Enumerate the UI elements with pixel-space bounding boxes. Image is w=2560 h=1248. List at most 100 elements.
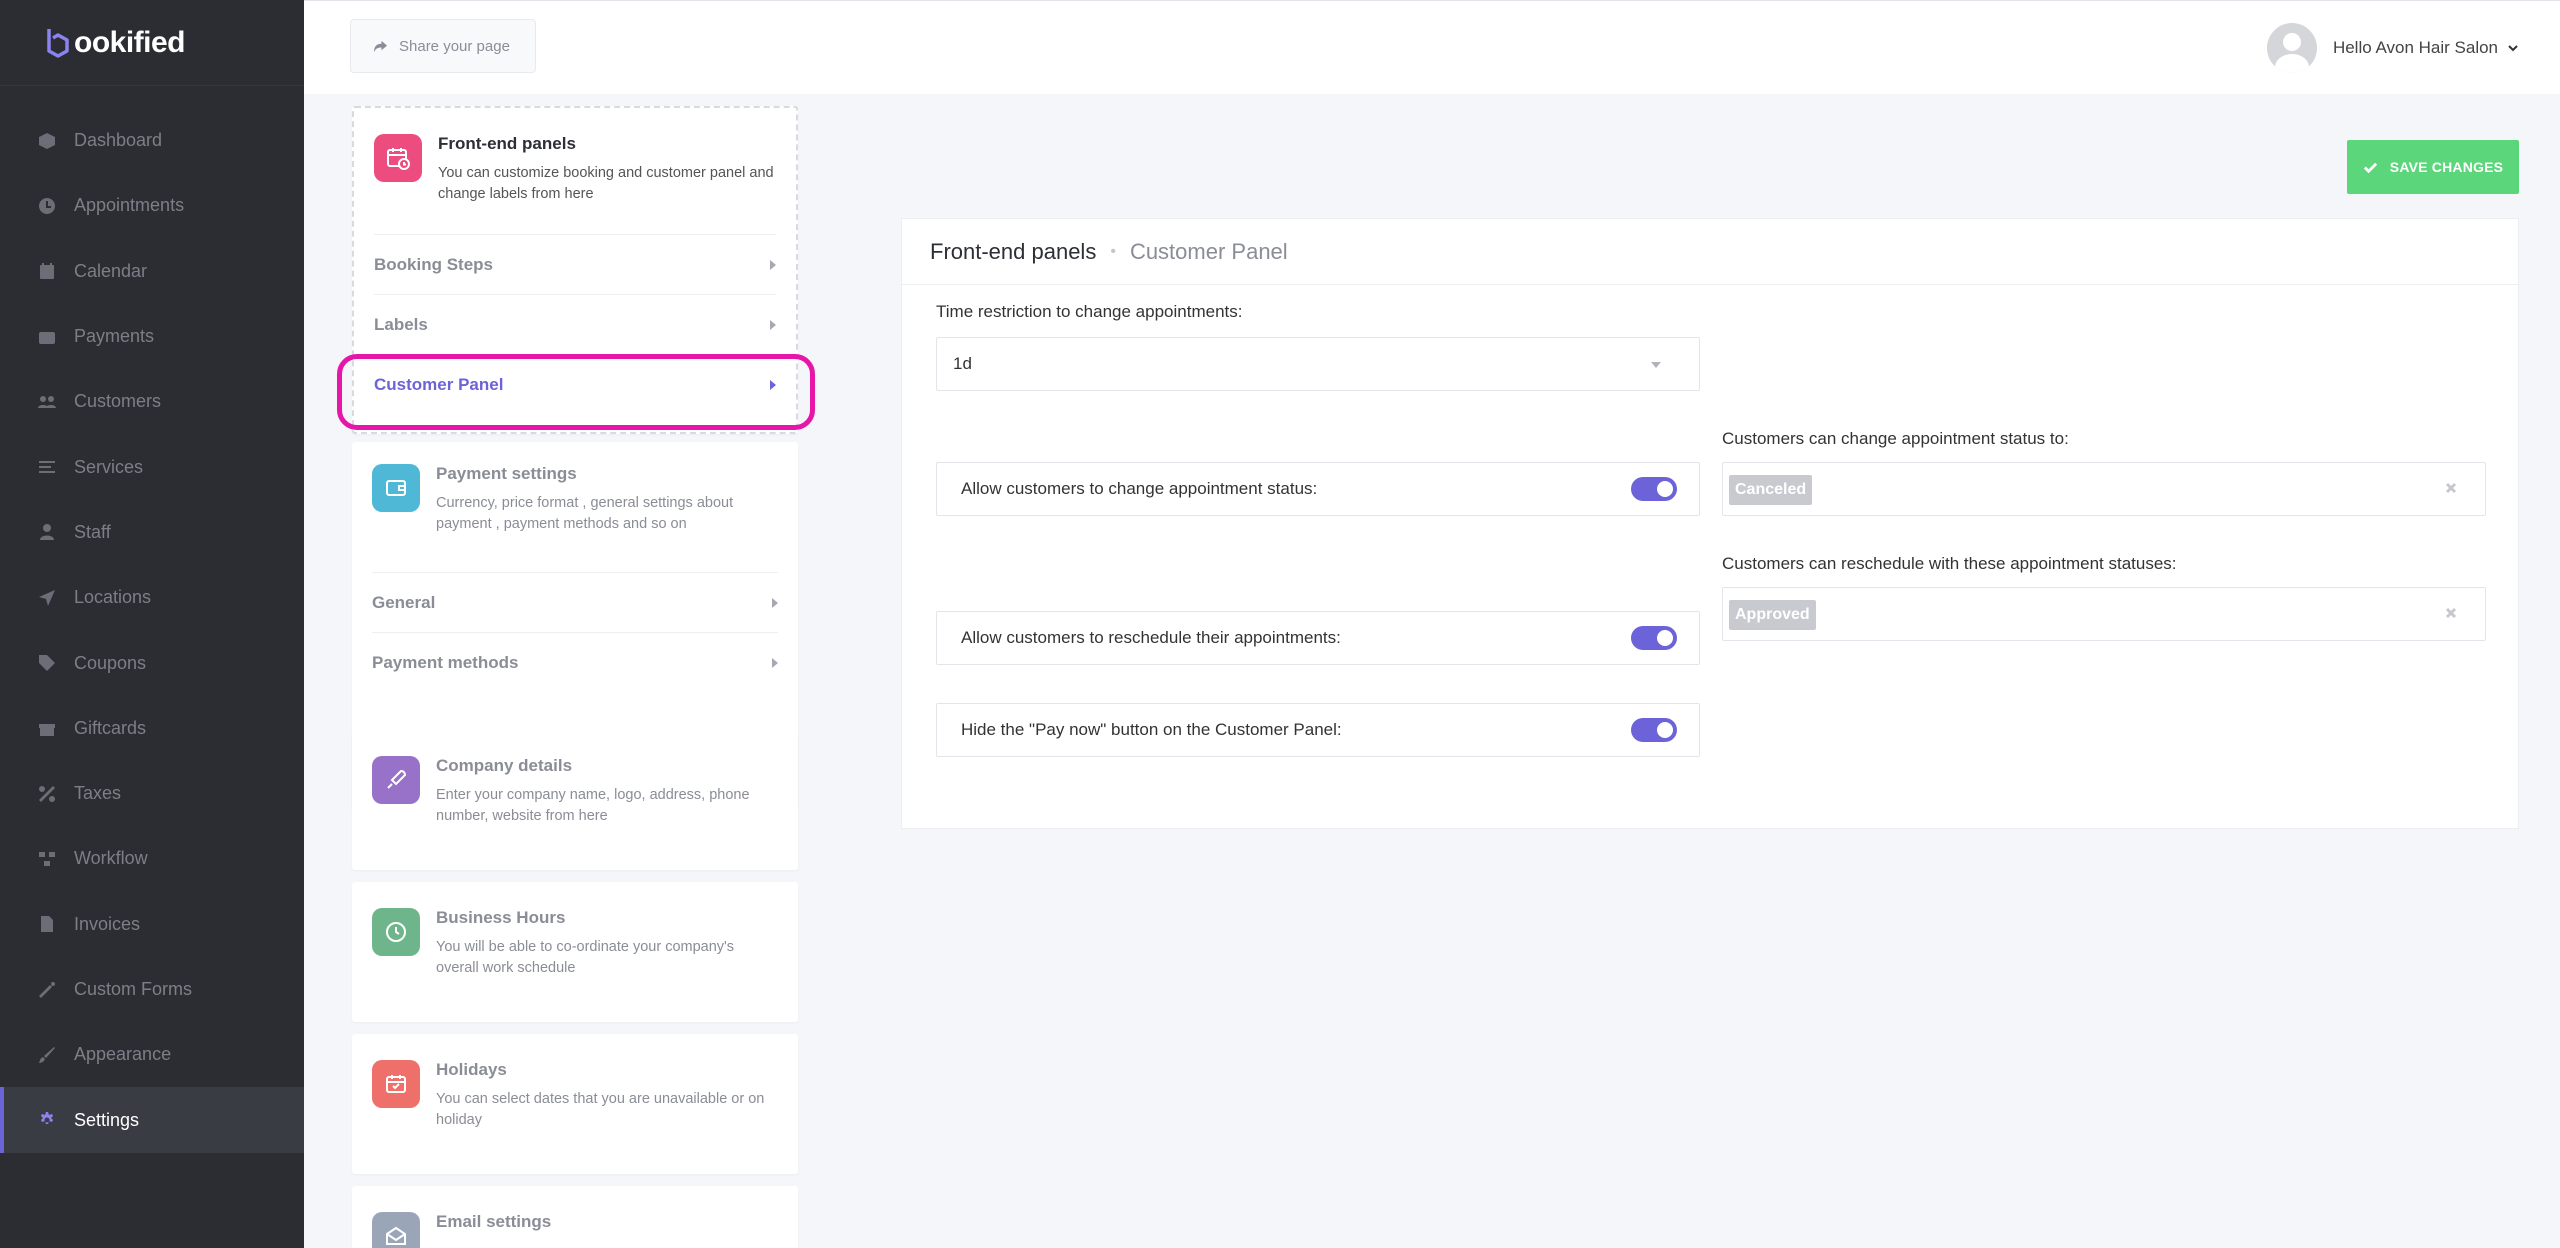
menu-item-label: Customer Panel bbox=[374, 374, 504, 394]
sidebar-item-label: Coupons bbox=[74, 652, 147, 673]
sidebar-item-dashboard[interactable]: Dashboard bbox=[0, 108, 304, 173]
sidebar-item-payments[interactable]: Payments bbox=[0, 304, 304, 369]
brush-icon bbox=[38, 1046, 56, 1064]
clear-icon[interactable] bbox=[2445, 606, 2457, 619]
business-hours-desc: You will be able to co-ordinate your com… bbox=[436, 939, 735, 976]
sidebar-item-calendar[interactable]: Calendar bbox=[0, 239, 304, 304]
menu-item-label: Booking Steps bbox=[374, 254, 494, 274]
sidebar-item-label: Customers bbox=[74, 391, 162, 412]
allow-reschedule-row: Allow customers to reschedule their appo… bbox=[936, 611, 1700, 665]
sidebar-item-locations[interactable]: Locations bbox=[0, 565, 304, 630]
time-restriction-value: 1d bbox=[953, 354, 972, 373]
sidebar-item-label: Dashboard bbox=[74, 130, 163, 151]
sidebar-nav: Dashboard Appointments Calendar Payments… bbox=[0, 108, 304, 1153]
booking-logo-icon bbox=[44, 26, 72, 60]
sidebar-item-taxes[interactable]: Taxes bbox=[0, 761, 304, 826]
customer-panel-settings: Front-end panels • Customer Panel Time r… bbox=[901, 218, 2519, 829]
menu-item-general[interactable]: General bbox=[372, 572, 778, 632]
percent-icon bbox=[38, 785, 56, 803]
sidebar-item-label: Calendar bbox=[74, 260, 148, 281]
status-tag-canceled[interactable]: Canceled bbox=[1729, 475, 1813, 505]
calendar-icon bbox=[38, 262, 56, 280]
sidebar-item-label: Invoices bbox=[74, 913, 141, 934]
sidebar-item-workflow[interactable]: Workflow bbox=[0, 826, 304, 891]
menu-item-payment-methods[interactable]: Payment methods bbox=[372, 632, 778, 692]
menu-item-labels[interactable]: Labels bbox=[374, 294, 776, 354]
allow-reschedule-label: Allow customers to reschedule their appo… bbox=[961, 628, 1341, 647]
business-hours-card[interactable]: Business Hours You will be able to co-or… bbox=[352, 882, 798, 1022]
caret-right-icon bbox=[770, 319, 776, 330]
email-settings-card[interactable]: Email settings bbox=[352, 1186, 798, 1248]
sidebar-item-giftcards[interactable]: Giftcards bbox=[0, 696, 304, 761]
allow-status-toggle[interactable] bbox=[1631, 477, 1677, 501]
share-icon bbox=[373, 40, 388, 52]
user-menu[interactable]: Hello Avon Hair Salon bbox=[2266, 23, 2518, 73]
breadcrumb: Front-end panels • Customer Panel bbox=[902, 219, 2518, 285]
breadcrumb-current: Customer Panel bbox=[1129, 238, 1288, 264]
payment-settings-header[interactable]: Payment settings Currency, price format … bbox=[352, 442, 798, 572]
payment-settings-desc: Currency, price format , general setting… bbox=[436, 495, 734, 532]
sidebar-item-customers[interactable]: Customers bbox=[0, 369, 304, 434]
sidebar-item-label: Workflow bbox=[74, 848, 148, 869]
menu-item-label: Payment methods bbox=[372, 652, 519, 672]
frontend-panels-title: Front-end panels bbox=[438, 134, 576, 153]
sidebar-item-staff[interactable]: Staff bbox=[0, 500, 304, 565]
share-page-button[interactable]: Share your page bbox=[350, 19, 536, 73]
frontend-panels-header[interactable]: Front-end panels You can customize booki… bbox=[354, 108, 796, 234]
status-tag-approved[interactable]: Approved bbox=[1729, 600, 1816, 630]
reschedule-statuses-label: Customers can reschedule with these appo… bbox=[1722, 554, 2177, 573]
sidebar-item-label: Custom Forms bbox=[74, 979, 193, 999]
caret-right-icon bbox=[772, 597, 778, 608]
sidebar-item-services[interactable]: Services bbox=[0, 434, 304, 499]
sidebar: ookified Dashboard Appointments Calendar… bbox=[0, 0, 304, 1248]
gear-icon bbox=[38, 1111, 56, 1129]
frontend-panels-card: Front-end panels You can customize booki… bbox=[352, 106, 798, 434]
hide-paynow-row: Hide the "Pay now" button on the Custome… bbox=[936, 703, 1700, 757]
hide-paynow-label: Hide the "Pay now" button on the Custome… bbox=[961, 720, 1342, 739]
hide-paynow-toggle[interactable] bbox=[1631, 718, 1677, 742]
sidebar-item-label: Appointments bbox=[74, 195, 185, 216]
allow-status-row: Allow customers to change appointment st… bbox=[936, 462, 1700, 516]
sidebar-item-settings[interactable]: Settings bbox=[0, 1087, 304, 1153]
status-to-select[interactable]: Canceled bbox=[1722, 462, 2486, 516]
brand-logo[interactable]: ookified bbox=[0, 0, 304, 86]
time-restriction-select[interactable]: 1d bbox=[936, 337, 1700, 391]
sidebar-item-label: Locations bbox=[74, 587, 152, 608]
email-settings-title: Email settings bbox=[436, 1212, 552, 1231]
menu-item-label: Labels bbox=[374, 314, 428, 334]
sidebar-item-appointments[interactable]: Appointments bbox=[0, 173, 304, 238]
allow-reschedule-toggle[interactable] bbox=[1631, 626, 1677, 650]
sidebar-item-appearance[interactable]: Appearance bbox=[0, 1022, 304, 1087]
users-icon bbox=[38, 393, 56, 411]
menu-item-label: General bbox=[372, 592, 436, 612]
menu-item-booking-steps[interactable]: Booking Steps bbox=[374, 234, 776, 294]
location-arrow-icon bbox=[38, 589, 56, 607]
chevron-down-icon bbox=[1651, 362, 1661, 368]
company-details-card[interactable]: Company details Enter your company name,… bbox=[352, 730, 798, 870]
breadcrumb-main[interactable]: Front-end panels bbox=[930, 239, 1096, 265]
holidays-card[interactable]: Holidays You can select dates that you a… bbox=[352, 1034, 798, 1174]
user-icon bbox=[38, 523, 56, 541]
dashboard-icon bbox=[38, 132, 56, 150]
rocket-icon bbox=[372, 756, 420, 804]
gift-icon bbox=[38, 719, 56, 737]
sidebar-item-coupons[interactable]: Coupons bbox=[0, 630, 304, 695]
reschedule-statuses-select[interactable]: Approved bbox=[1722, 587, 2486, 641]
clear-icon[interactable] bbox=[2445, 481, 2457, 494]
clock-icon bbox=[38, 197, 56, 215]
tag-icon bbox=[38, 654, 56, 672]
caret-right-icon bbox=[770, 379, 776, 390]
breadcrumb-separator: • bbox=[1110, 242, 1116, 260]
wallet-icon bbox=[38, 328, 56, 346]
menu-item-customer-panel[interactable]: Customer Panel bbox=[374, 354, 776, 414]
sidebar-item-label: Appearance bbox=[74, 1044, 172, 1065]
chevron-down-icon bbox=[2508, 45, 2518, 52]
save-changes-button[interactable]: SAVE CHANGES bbox=[2347, 140, 2519, 194]
file-icon bbox=[38, 915, 56, 933]
calendar-clock-icon bbox=[374, 134, 422, 182]
sidebar-item-custom-forms[interactable]: Custom Forms bbox=[0, 957, 304, 1022]
user-greeting: Hello Avon Hair Salon bbox=[2332, 38, 2498, 57]
save-changes-label: SAVE CHANGES bbox=[2389, 159, 2504, 175]
sidebar-item-invoices[interactable]: Invoices bbox=[0, 892, 304, 957]
sidebar-item-label: Giftcards bbox=[74, 717, 147, 738]
